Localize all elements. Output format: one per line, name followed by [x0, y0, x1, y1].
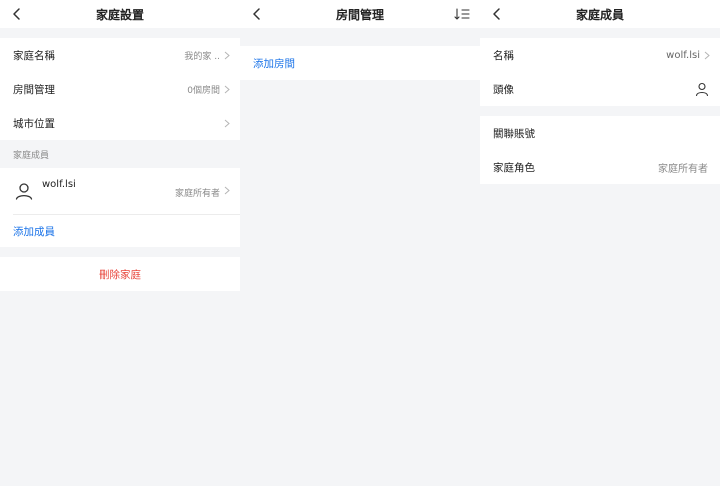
page-title: 家庭設置	[95, 7, 144, 22]
city-location-row[interactable]: 城市位置	[0, 106, 240, 140]
chevron-right-icon	[224, 119, 230, 127]
avatar-icon	[15, 183, 33, 200]
chevron-right-icon	[224, 85, 230, 93]
member-detail-screen: 家庭成員 名稱 wolf.lsi 頭像 關聯賬號 家庭角色 家庭所有者	[480, 0, 720, 486]
row-value: wolf.lsi	[666, 49, 700, 61]
delete-home-button[interactable]: 刪除家庭	[0, 257, 240, 291]
back-icon[interactable]	[10, 7, 24, 21]
back-icon[interactable]	[490, 7, 504, 21]
row-label: 城市位置	[13, 117, 55, 130]
row-label: 名稱	[493, 49, 514, 62]
page-title: 家庭成員	[575, 7, 624, 22]
back-icon[interactable]	[250, 7, 264, 21]
avatar-icon	[695, 82, 709, 97]
add-member-button[interactable]: 添加成員	[0, 215, 240, 247]
delete-group: 刪除家庭	[0, 257, 240, 291]
room-management-screen: 房間管理 添加房間	[240, 0, 480, 486]
screens: 家庭設置 家庭名稱 我的家 .. 房間管理 0個房間 城市位置 家庭成員 wol…	[0, 0, 720, 486]
member-name: wolf.lsi	[42, 179, 76, 190]
row-label: 房間管理	[13, 83, 55, 96]
linked-account-row[interactable]: 關聯賬號	[480, 116, 720, 150]
row-label: 關聯賬號	[493, 127, 535, 140]
room-management-row[interactable]: 房間管理 0個房間	[0, 72, 240, 106]
member-info-group: 名稱 wolf.lsi 頭像	[480, 38, 720, 106]
navbar: 家庭設置	[0, 0, 240, 28]
navbar: 家庭成員	[480, 0, 720, 28]
members-section-header: 家庭成員	[13, 150, 50, 161]
page-title: 房間管理	[335, 7, 384, 22]
member-avatar-row[interactable]: 頭像	[480, 72, 720, 106]
home-settings-screen: 家庭設置 家庭名稱 我的家 .. 房間管理 0個房間 城市位置 家庭成員 wol…	[0, 0, 240, 486]
home-name-row[interactable]: 家庭名稱 我的家 ..	[0, 38, 240, 72]
home-role-row[interactable]: 家庭角色 家庭所有者	[480, 150, 720, 184]
chevron-right-icon	[704, 51, 710, 59]
row-value: 家庭所有者	[658, 163, 708, 175]
row-value: 我的家 ..	[184, 51, 220, 62]
chevron-right-icon	[224, 186, 230, 195]
rooms-group: 添加房間	[240, 46, 480, 80]
navbar: 房間管理	[240, 0, 480, 28]
sort-icon[interactable]	[454, 7, 470, 21]
chevron-right-icon	[224, 51, 230, 59]
row-label: 家庭角色	[493, 161, 535, 174]
row-value: 0個房間	[187, 85, 220, 96]
member-account-group: 關聯賬號 家庭角色 家庭所有者	[480, 116, 720, 184]
member-row[interactable]: wolf.lsi 家庭所有者	[0, 168, 240, 214]
row-label: 家庭名稱	[13, 49, 55, 62]
home-info-group: 家庭名稱 我的家 .. 房間管理 0個房間 城市位置	[0, 38, 240, 140]
add-room-button[interactable]: 添加房間	[240, 46, 480, 80]
row-label: 頭像	[493, 83, 514, 96]
members-group: wolf.lsi 家庭所有者 添加成員	[0, 168, 240, 247]
member-name-row[interactable]: 名稱 wolf.lsi	[480, 38, 720, 72]
member-role: 家庭所有者	[174, 189, 220, 199]
